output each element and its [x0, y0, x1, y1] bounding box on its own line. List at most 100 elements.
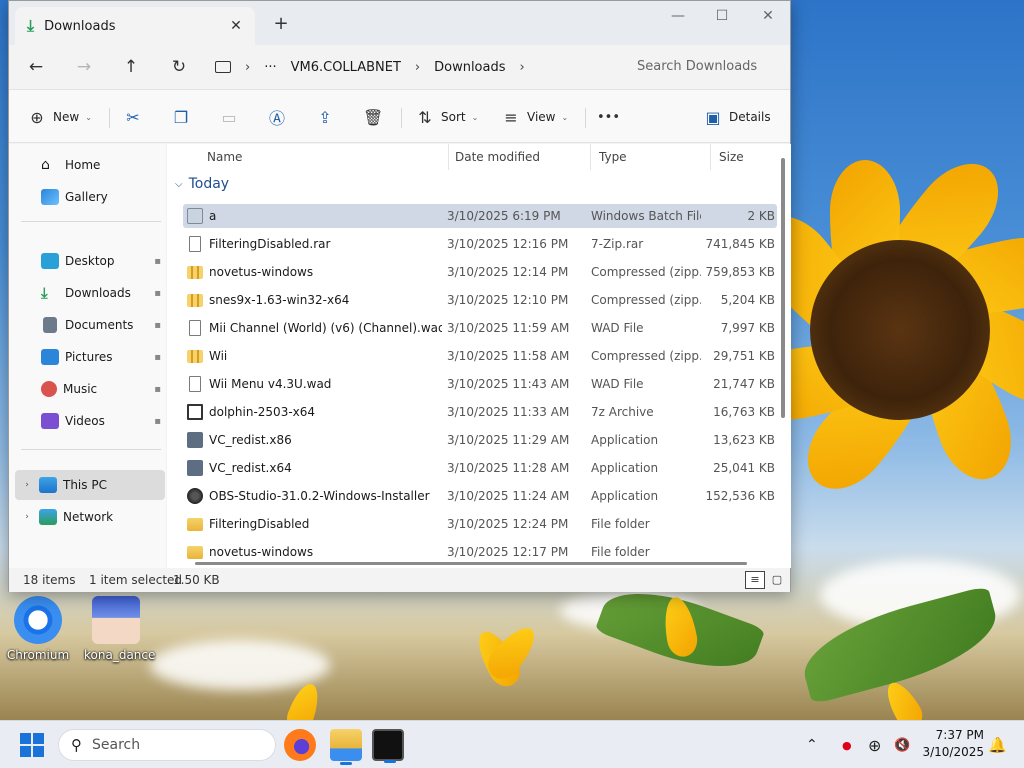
show-hidden-icons-button[interactable]: ⌃ [806, 721, 818, 768]
cut-button[interactable]: ✂ [123, 103, 143, 131]
horizontal-scrollbar[interactable] [195, 562, 747, 565]
pin-icon[interactable]: ▪ [154, 352, 161, 363]
file-date: 3/10/2025 11:28 AM [447, 461, 570, 475]
file-row[interactable]: snes9x-1.63-win32-x64 3/10/2025 12:10 PM C… [183, 288, 777, 312]
sidebar-item-network[interactable]: › Network [15, 502, 165, 532]
sidebar-item-pictures[interactable]: Pictures ▪ [15, 342, 165, 372]
file-row[interactable]: novetus-windows 3/10/2025 12:17 PM File fo… [183, 540, 777, 564]
refresh-button[interactable]: ↻ [164, 53, 194, 81]
notification-bell-icon[interactable]: 🔔 [988, 721, 1007, 768]
taskbar-search[interactable]: ⚲ Search [58, 729, 276, 761]
maximize-button[interactable]: ☐ [699, 1, 745, 33]
file-row[interactable]: Mii Channel (World) (v6) (Channel).wad 3/… [183, 316, 777, 340]
breadcrumb-item-vm6[interactable]: VM6.COLLABNET [291, 60, 401, 75]
copy-button[interactable]: ❐ [171, 103, 191, 131]
globe-icon[interactable]: ⊕ [868, 721, 881, 768]
breadcrumb-item-downloads[interactable]: Downloads [434, 60, 505, 75]
file-row[interactable]: a 3/10/2025 6:19 PM Windows Batch File 2 KB [183, 204, 777, 228]
start-button[interactable] [20, 733, 44, 757]
chevron-down-icon: ⌄ [561, 112, 569, 122]
column-header-date[interactable]: Date modified [447, 144, 591, 170]
pin-icon[interactable]: ▪ [154, 384, 161, 395]
file-row[interactable]: OBS-Studio-31.0.2-Windows-Installer 3/10/… [183, 484, 777, 508]
pin-icon[interactable]: ▪ [154, 256, 161, 267]
file-size: 21,747 KB [713, 377, 775, 391]
file-row[interactable]: dolphin-2503-x64 3/10/2025 11:33 AM 7z Arc… [183, 400, 777, 424]
back-button[interactable]: ← [21, 53, 51, 81]
chevron-right-icon[interactable]: › [245, 60, 250, 75]
column-header-type[interactable]: Type [591, 144, 711, 170]
rename-button[interactable]: Ⓐ [267, 103, 287, 131]
sort-icon: ⇅ [418, 107, 432, 127]
tab-downloads[interactable]: ⤓ Downloads ✕ [15, 7, 255, 45]
file-date: 3/10/2025 11:24 AM [447, 489, 570, 503]
pin-icon[interactable]: ▪ [154, 416, 161, 427]
file-name: novetus-windows [209, 545, 314, 559]
command-bar: ⊕ New ⌄ ✂ ❐ ▭ Ⓐ ⇪ 🗑 ⇅ Sort ⌄ ≡ View ⌄ ••… [9, 89, 790, 143]
minimize-button[interactable]: — [655, 1, 701, 33]
file-name-cell: Mii Channel (World) (v6) (Channel).wad [187, 316, 442, 340]
file-row[interactable]: VC_redist.x86 3/10/2025 11:29 AM Applicati… [183, 428, 777, 452]
sidebar-item-home[interactable]: ⌂ Home [15, 150, 165, 180]
vertical-scrollbar[interactable] [781, 158, 785, 418]
volume-muted-icon[interactable]: 🔇 [894, 721, 910, 768]
up-button[interactable]: ↑ [116, 53, 146, 81]
file-row[interactable]: novetus-windows 3/10/2025 12:14 PM Compres… [183, 260, 777, 284]
terminal-icon[interactable] [372, 729, 404, 763]
monitor-icon[interactable] [215, 61, 231, 73]
file-row[interactable]: Wii 3/10/2025 11:58 AM Compressed (zipp...… [183, 344, 777, 368]
chevron-right-icon[interactable]: › [520, 60, 525, 75]
delete-button[interactable]: 🗑 [363, 103, 383, 131]
pin-icon[interactable]: ▪ [154, 288, 161, 299]
sidebar-item-this-pc[interactable]: › This PC [15, 470, 165, 500]
group-header-today[interactable]: ⌵ Today [175, 176, 229, 192]
view-button[interactable]: ≡ View ⌄ [501, 103, 568, 131]
sidebar-item-gallery[interactable]: Gallery [15, 182, 165, 212]
windows-logo-icon [20, 733, 31, 744]
clock[interactable]: 7:37 PM 3/10/2025 [914, 727, 984, 761]
details-view-button[interactable]: ≡ [745, 571, 765, 589]
file-name-cell: dolphin-2503-x64 [187, 400, 442, 424]
column-header-name[interactable]: Name [199, 144, 449, 170]
breadcrumb[interactable]: › ··· VM6.COLLABNET › Downloads › [215, 53, 613, 81]
sidebar-item-music[interactable]: Music ▪ [15, 374, 165, 404]
column-header-size[interactable]: Size [711, 144, 781, 170]
file-name-cell: a [187, 204, 442, 228]
sort-button[interactable]: ⇅ Sort ⌄ [415, 103, 478, 131]
chevron-right-icon[interactable]: › [19, 512, 35, 522]
sort-label: Sort [441, 110, 466, 124]
pin-icon[interactable]: ▪ [154, 320, 161, 331]
more-options-button[interactable]: ••• [597, 103, 620, 131]
sidebar-item-videos[interactable]: Videos ▪ [15, 406, 165, 436]
tiles-view-button[interactable]: ▢ [767, 571, 787, 589]
new-button[interactable]: ⊕ New ⌄ [27, 103, 92, 131]
file-row[interactable]: FilteringDisabled 3/10/2025 12:24 PM File … [183, 512, 777, 536]
share-button[interactable]: ⇪ [315, 103, 335, 131]
record-icon[interactable]: ● [842, 721, 852, 768]
details-button[interactable]: ▣ Details [703, 103, 770, 131]
new-tab-button[interactable]: + [269, 13, 293, 37]
chevron-right-icon[interactable]: › [19, 480, 35, 490]
file-row[interactable]: VC_redist.x64 3/10/2025 11:28 AM Applicati… [183, 456, 777, 480]
close-tab-button[interactable]: ✕ [225, 15, 247, 37]
list-view-icon: ≡ [504, 107, 518, 127]
file-date: 3/10/2025 6:19 PM [447, 209, 561, 223]
desktop-icon-chromium[interactable]: Chromium [6, 596, 70, 662]
breadcrumb-more[interactable]: ··· [264, 60, 276, 75]
file-date: 3/10/2025 12:10 PM [447, 293, 569, 307]
close-button[interactable]: ✕ [745, 1, 791, 33]
file-name: novetus-windows [209, 265, 314, 279]
firefox-icon[interactable] [284, 729, 316, 761]
sidebar-item-documents[interactable]: Documents ▪ [15, 310, 165, 340]
forward-button[interactable]: → [69, 53, 99, 81]
desktop-icon-kona-dance[interactable]: kona_dance [84, 596, 155, 662]
sidebar-item-downloads[interactable]: ⤓ Downloads ▪ [15, 278, 165, 308]
paste-button[interactable]: ▭ [219, 103, 239, 131]
search-input[interactable]: Search Downloads [623, 51, 783, 83]
file-row[interactable]: Wii Menu v4.3U.wad 3/10/2025 11:43 AM WAD … [183, 372, 777, 396]
file-explorer-icon[interactable] [330, 729, 362, 765]
chevron-right-icon[interactable]: › [415, 60, 420, 75]
sidebar-item-desktop[interactable]: Desktop ▪ [15, 246, 165, 276]
download-icon: ⤓ [27, 16, 35, 35]
file-row[interactable]: FilteringDisabled.rar 3/10/2025 12:16 PM 7… [183, 232, 777, 256]
